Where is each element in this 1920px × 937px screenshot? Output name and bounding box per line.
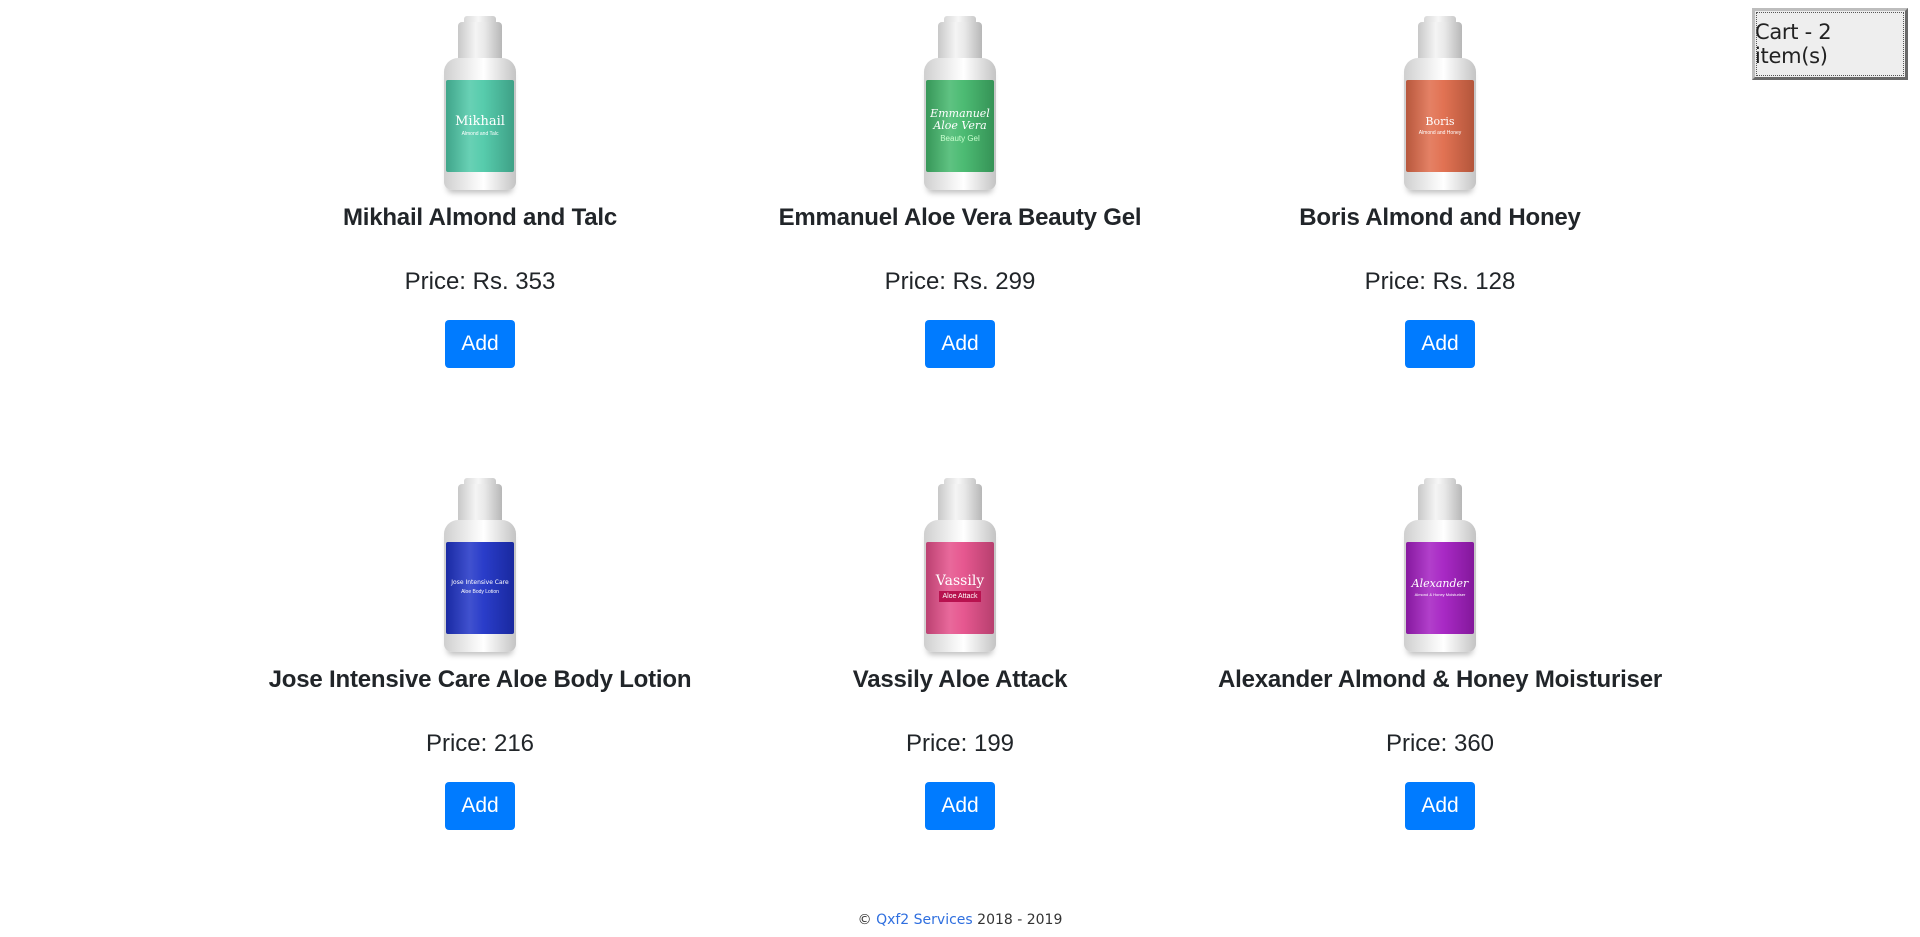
product-card: Jose Intensive Care Aloe Body Lotion Jos… (240, 462, 720, 830)
add-to-cart-button[interactable]: Add (445, 320, 515, 368)
bottle-label-sub: Aloe Body Lotion (461, 589, 499, 596)
product-name: Boris Almond and Honey (1299, 204, 1581, 231)
product-image: Vassily Aloe Attack (914, 478, 1006, 660)
product-price: Price: 360 (1385, 730, 1495, 757)
product-image: Alexander Almond & Honey Moisturiser (1394, 478, 1486, 660)
bottle-label-sub: Beauty Gel (940, 133, 980, 143)
product-card: Boris Almond and Honey Boris Almond and … (1200, 0, 1680, 368)
add-to-cart-button[interactable]: Add (925, 320, 995, 368)
product-card: Vassily Aloe Attack Vassily Aloe Attack … (720, 462, 1200, 830)
bottle-label-brand: Mikhail (455, 113, 505, 129)
product-card: Alexander Almond & Honey Moisturiser Ale… (1200, 462, 1680, 830)
footer-link[interactable]: Qxf2 Services (876, 912, 973, 928)
product-image: Boris Almond and Honey (1394, 16, 1486, 198)
product-card: Emmanuel Aloe Vera Beauty Gel Emmanuel A… (720, 0, 1200, 368)
product-price: Price: 199 (905, 730, 1015, 757)
add-to-cart-button[interactable]: Add (1405, 782, 1475, 830)
product-name: Emmanuel Aloe Vera Beauty Gel (778, 204, 1142, 231)
bottle-label: Boris Almond and Honey (1406, 80, 1474, 172)
product-price: Price: Rs. 353 (404, 268, 556, 295)
cart-button[interactable]: Cart - 2 item(s) (1752, 8, 1908, 80)
bottle-label-sub: Aloe Attack (939, 591, 981, 603)
bottle-label-sub: Almond and Honey (1418, 129, 1462, 136)
copyright-symbol: © (857, 912, 872, 928)
product-name: Vassily Aloe Attack (852, 666, 1068, 693)
bottle-label: Vassily Aloe Attack (926, 542, 994, 634)
bottle-label-brand: Vassily (935, 572, 985, 589)
bottle-label-sub: Almond and Talc (461, 130, 499, 137)
footer: © Qxf2 Services 2018 - 2019 (0, 912, 1920, 928)
product-image: Mikhail Almond and Talc (434, 16, 526, 198)
bottle-label-brand: Boris (1425, 114, 1455, 128)
add-to-cart-button[interactable]: Add (445, 782, 515, 830)
product-image: Emmanuel Aloe Vera Beauty Gel (914, 16, 1006, 198)
bottle-label-brand: Jose Intensive Care (451, 579, 509, 587)
footer-years: 2018 - 2019 (977, 912, 1063, 928)
product-name: Jose Intensive Care Aloe Body Lotion (268, 666, 692, 693)
product-price: Price: 216 (425, 730, 535, 757)
add-to-cart-button[interactable]: Add (1405, 320, 1475, 368)
bottle-label: Mikhail Almond and Talc (446, 80, 514, 172)
product-name: Alexander Almond & Honey Moisturiser (1218, 666, 1662, 693)
page: Cart - 2 item(s) Mikhail Almond and Talc… (0, 0, 1920, 937)
product-name: Mikhail Almond and Talc (342, 204, 618, 231)
bottle-label: Alexander Almond & Honey Moisturiser (1406, 542, 1474, 634)
bottle-label: Emmanuel Aloe Vera Beauty Gel (926, 80, 994, 172)
product-card: Mikhail Almond and Talc Mikhail Almond a… (240, 0, 720, 368)
product-price: Price: Rs. 299 (884, 268, 1036, 295)
bottle-label: Jose Intensive Care Aloe Body Lotion (446, 542, 514, 634)
bottle-label-brand: Alexander (1411, 577, 1469, 591)
product-price: Price: Rs. 128 (1364, 268, 1516, 295)
bottle-label-brand: Emmanuel Aloe Vera (930, 106, 990, 132)
bottle-label-sub: Almond & Honey Moisturiser (1414, 592, 1466, 598)
add-to-cart-button[interactable]: Add (925, 782, 995, 830)
product-image: Jose Intensive Care Aloe Body Lotion (434, 478, 526, 660)
